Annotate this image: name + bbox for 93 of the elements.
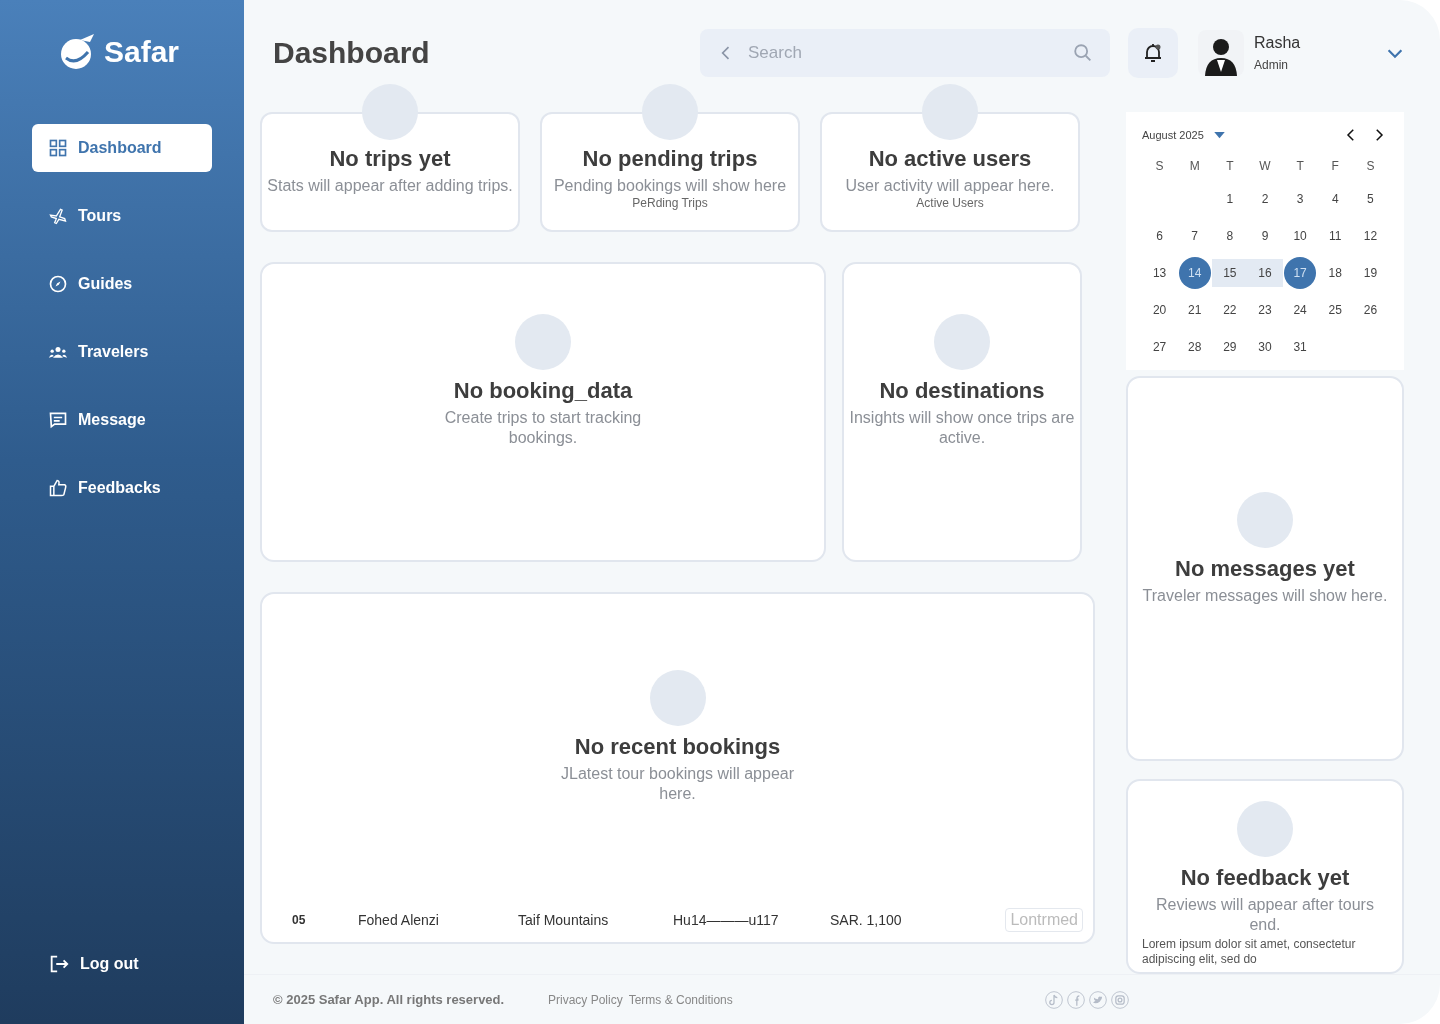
placeholder-circle: [934, 314, 990, 370]
calendar-day[interactable]: 17: [1284, 257, 1317, 289]
search-icon[interactable]: [1072, 42, 1094, 64]
calendar-day[interactable]: 4: [1320, 185, 1351, 213]
weekday-label: M: [1188, 158, 1201, 175]
calendar-day[interactable]: 10: [1285, 222, 1316, 250]
nav-item[interactable]: Travelers: [32, 328, 212, 376]
calendar-day[interactable]: 2: [1250, 185, 1280, 213]
empty-message: Traveler messages will show here.: [1142, 585, 1388, 606]
empty-title: No recent bookings: [574, 734, 781, 760]
weekday-label: T: [1295, 158, 1305, 175]
search-field[interactable]: Search: [746, 42, 1062, 64]
logo-text: Safar: [104, 35, 180, 69]
empty-message: User activity will appear here.: [845, 176, 1055, 196]
empty-title: No pending trips: [582, 146, 758, 172]
page-title: Dashboard: [273, 36, 431, 70]
nav-item[interactable]: Guides: [32, 260, 212, 308]
calendar-day[interactable]: 31: [1285, 333, 1316, 361]
calendar-day[interactable]: 26: [1355, 296, 1386, 324]
nav-item[interactable]: Dashboard: [32, 124, 212, 172]
calendar-day[interactable]: 22: [1214, 296, 1245, 324]
calendar-day[interactable]: 23: [1250, 296, 1280, 324]
calendar-day[interactable]: 29: [1214, 333, 1245, 361]
user-role: Admin: [1254, 58, 1289, 72]
calendar-day[interactable]: 27: [1144, 333, 1175, 361]
notification-button[interactable]: [1128, 28, 1178, 78]
caret-icon[interactable]: [1213, 131, 1225, 139]
empty-title: No booking_data: [453, 378, 633, 404]
calendar-day[interactable]: 1: [1214, 185, 1245, 213]
thumbs-up-icon: [48, 478, 68, 498]
empty-title: No feedback yet: [1180, 865, 1350, 891]
calendar-day[interactable]: 11: [1320, 222, 1351, 250]
empty-message: Create trips to start tracking bookings.: [443, 408, 643, 448]
calendar-day[interactable]: 18: [1320, 259, 1351, 287]
empty-message: JLatest tour bookings will appear here.: [560, 764, 795, 804]
calendar-day[interactable]: 25: [1320, 296, 1351, 324]
empty-title: No active users: [868, 146, 1032, 172]
nav-item[interactable]: Message: [32, 396, 212, 444]
weekday-label: F: [1330, 158, 1340, 175]
weekday-label: S: [1365, 158, 1376, 175]
logout-button[interactable]: Log out: [32, 944, 212, 984]
calendar-day[interactable]: 5: [1355, 185, 1386, 213]
table-cell-text: Fohed Alenzi: [358, 912, 440, 928]
calendar-day[interactable]: 28: [1179, 333, 1210, 361]
logout-icon: [48, 953, 70, 975]
nav-item[interactable]: Tours: [32, 192, 212, 240]
weekday-label: W: [1258, 158, 1272, 175]
table-cell-text: SAR. 1,100: [830, 912, 903, 928]
empty-title: No trips yet: [329, 146, 451, 172]
camera-icon[interactable]: [1110, 989, 1130, 1010]
review-text: Lorem ipsum dolor sit amet, consectetur adipiscing elit, sed do: [1141, 936, 1357, 969]
calendar-day[interactable]: 13: [1144, 259, 1175, 287]
search-bar[interactable]: Search: [700, 29, 1110, 77]
bird-icon[interactable]: [1088, 989, 1108, 1010]
calendar-day[interactable]: 24: [1285, 296, 1316, 324]
month-label[interactable]: August 2025: [1142, 129, 1204, 141]
grid-icon: [48, 138, 68, 158]
calendar-day[interactable]: 3: [1285, 185, 1316, 213]
facebook-icon[interactable]: [1066, 989, 1086, 1010]
calendar-day[interactable]: 12: [1355, 222, 1386, 250]
empty-message: Stats will appear after adding trips.: [267, 176, 513, 196]
placeholder-circle: [1237, 801, 1293, 857]
calendar-day[interactable]: 9: [1250, 222, 1280, 250]
calendar-day[interactable]: 6: [1144, 222, 1175, 250]
empty-message: Reviews will appear after tours end.: [1155, 895, 1375, 935]
status-badge: Lontrmed: [1005, 908, 1083, 932]
table-cell-text: 05: [292, 913, 307, 927]
tiktok-icon[interactable]: [1044, 989, 1064, 1010]
empty-message: Insights will show once trips are active.: [848, 408, 1076, 448]
airplane-icon: [48, 206, 68, 226]
card-label: PeRding Trips: [632, 196, 708, 210]
calendar-day[interactable]: 21: [1179, 296, 1210, 324]
table-cell-text: Taif Mountains: [518, 912, 610, 928]
user-name: Rasha: [1254, 34, 1302, 52]
compass-icon: [48, 274, 68, 294]
message-icon: [48, 410, 68, 430]
card-label: Active Users: [916, 196, 984, 210]
copyright-text: © 2025 Safar App. All rights reserved.: [273, 992, 506, 1007]
empty-title: No messages yet: [1175, 555, 1355, 582]
placeholder-circle: [515, 314, 571, 370]
calendar-day[interactable]: 19: [1355, 259, 1386, 287]
calendar-day[interactable]: 7: [1179, 222, 1210, 250]
empty-message: Pending bookings will show here: [553, 176, 787, 196]
calendar-day[interactable]: 30: [1250, 333, 1280, 361]
calendar-day[interactable]: 8: [1214, 222, 1245, 250]
footer-link[interactable]: Terms & Conditions: [628, 992, 733, 1007]
empty-title: No destinations: [879, 378, 1045, 404]
weekday-label: S: [1154, 158, 1165, 175]
calendar-day[interactable]: 14: [1178, 257, 1211, 289]
table-cell-text: Hu14———u117: [673, 912, 780, 928]
nav-item[interactable]: Feedbacks: [32, 464, 212, 512]
weekday-label: T: [1225, 158, 1235, 175]
calendar-day[interactable]: 20: [1144, 296, 1175, 324]
